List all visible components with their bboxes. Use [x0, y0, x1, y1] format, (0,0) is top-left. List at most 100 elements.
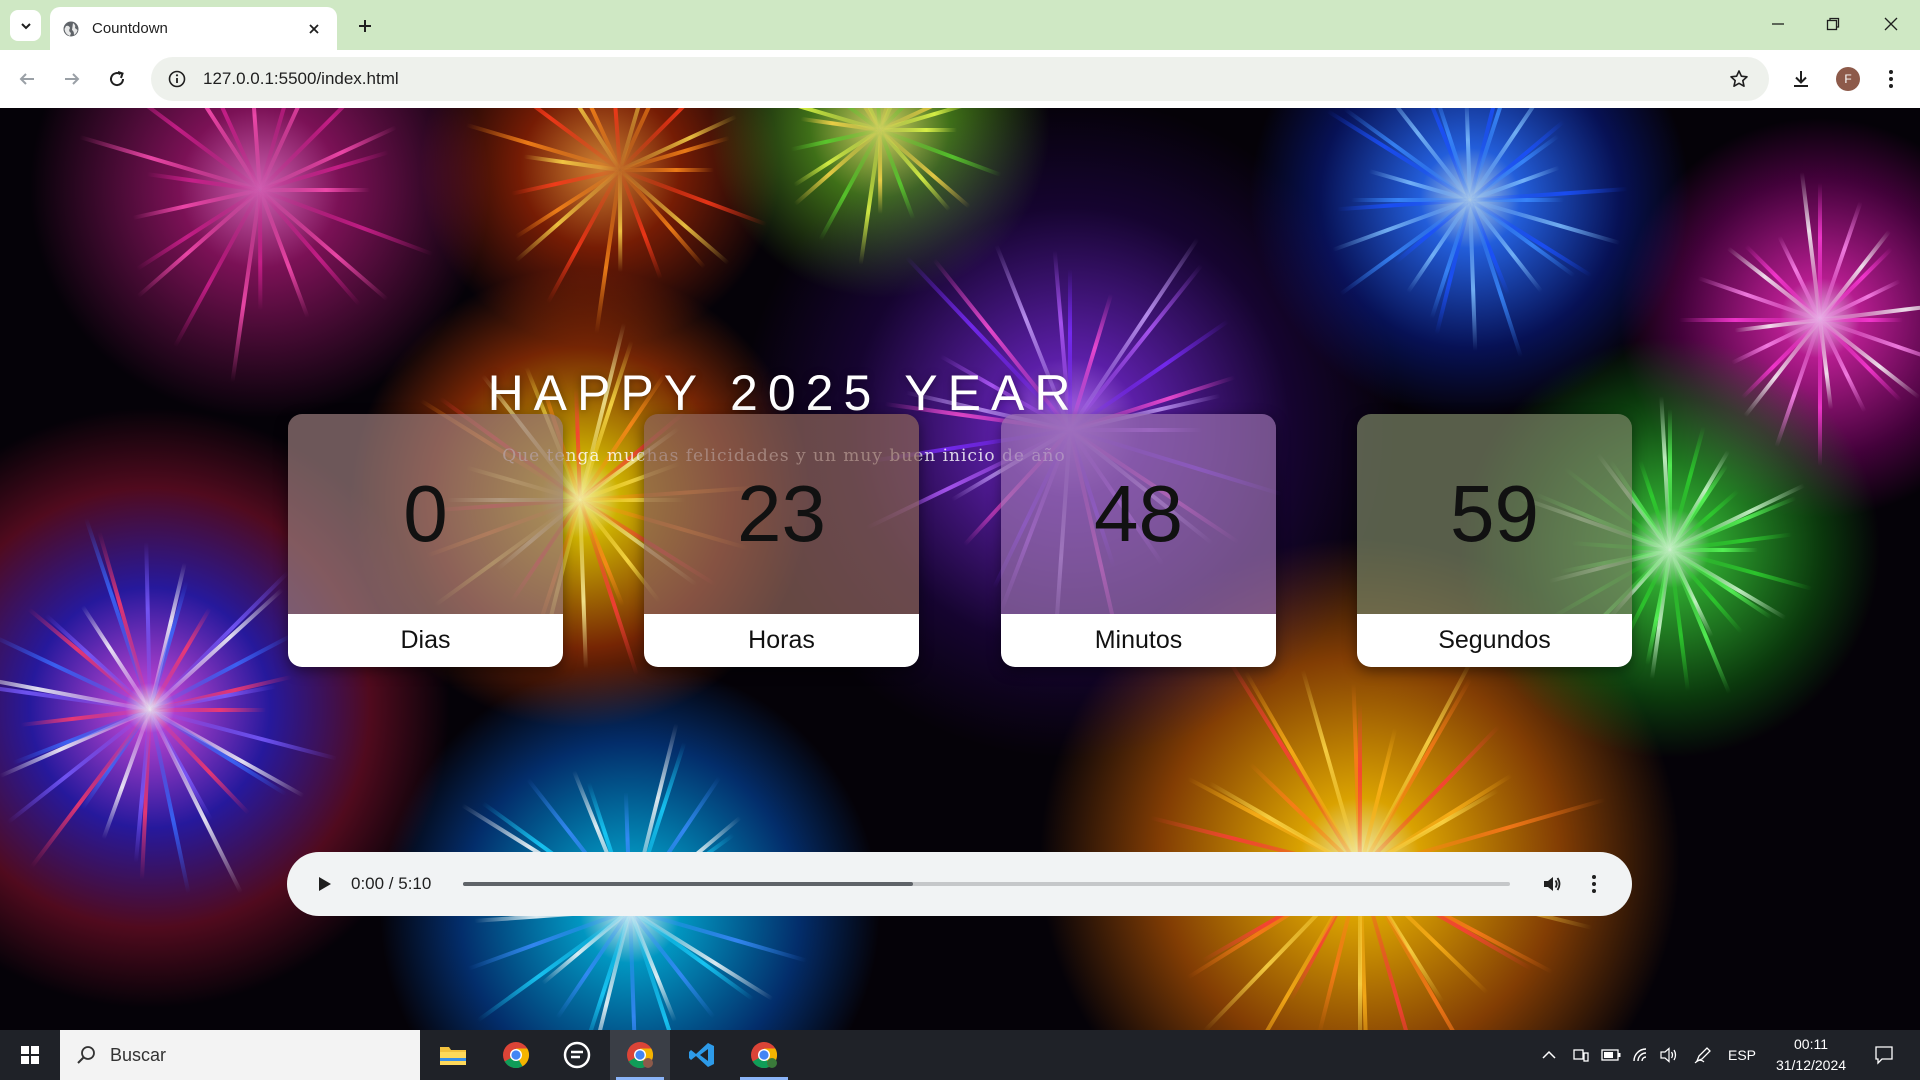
countdown-hours-label: Horas: [748, 626, 815, 654]
countdown-days-value: 0: [403, 469, 448, 558]
chevron-up-icon: [1542, 1050, 1556, 1059]
firework-ray: [79, 135, 261, 192]
clock-time: 00:11: [1794, 1036, 1828, 1052]
download-icon: [1794, 71, 1808, 87]
taskbar-clock[interactable]: 00:11 31/12/2024: [1766, 1034, 1856, 1076]
battery-icon: [1601, 1049, 1621, 1061]
chevron-down-icon: [20, 22, 31, 29]
countdown-value-box: 0: [288, 414, 563, 614]
taskbar-vscode[interactable]: [672, 1030, 732, 1080]
chrome-icon: [751, 1042, 778, 1069]
speaker-icon: [1660, 1047, 1677, 1063]
taskbar-chrome-profile[interactable]: [734, 1030, 794, 1080]
taskbar-chrome[interactable]: [486, 1030, 546, 1080]
countdown-seconds-value: 59: [1450, 469, 1539, 558]
taskbar-search[interactable]: Buscar: [60, 1030, 420, 1080]
globe-icon: [63, 21, 79, 36]
more-vertical-icon: [1889, 70, 1893, 88]
countdown-label-box: Dias: [288, 614, 563, 667]
firework-ray: [1679, 318, 1820, 322]
tray-pen-button[interactable]: [1690, 1030, 1716, 1080]
audio-options-button[interactable]: [1576, 866, 1612, 902]
bookmark-button[interactable]: [1719, 59, 1759, 99]
tab-title: Countdown: [92, 20, 168, 37]
close-icon: [309, 23, 319, 34]
firework-ray: [144, 541, 152, 711]
countdown-value-box: 48: [1001, 414, 1276, 614]
search-icon: [77, 1046, 95, 1064]
restore-button[interactable]: [1813, 8, 1853, 40]
firework-ray: [1358, 703, 1362, 870]
tray-wifi-button[interactable]: [1628, 1030, 1654, 1080]
url-text[interactable]: 127.0.0.1:5500/index.html: [203, 69, 1719, 89]
new-tab-button[interactable]: [351, 12, 379, 40]
countdown-label-box: Horas: [644, 614, 919, 667]
forward-button[interactable]: [55, 62, 89, 96]
countdown-label-box: Minutos: [1001, 614, 1276, 667]
minimize-icon: [1772, 23, 1784, 25]
minimize-button[interactable]: [1758, 8, 1798, 40]
clock-date: 31/12/2024: [1775, 1057, 1847, 1073]
windows-icon: [21, 1046, 39, 1064]
firework-ray: [1818, 320, 1822, 466]
language-indicator: ESP: [1727, 1047, 1756, 1063]
browser-menu-button[interactable]: [1874, 62, 1908, 96]
tray-overflow-button[interactable]: [1534, 1030, 1564, 1080]
site-info-button[interactable]: [157, 59, 197, 99]
firework-ray: [260, 188, 370, 192]
firework-ray: [466, 123, 621, 172]
chrome-icon: [627, 1042, 654, 1069]
countdown-value-box: 23: [644, 414, 919, 614]
volume-button[interactable]: [1534, 866, 1570, 902]
tray-language[interactable]: ESP: [1722, 1030, 1762, 1080]
plus-icon: [359, 20, 371, 32]
countdown-minutes-label: Minutos: [1094, 626, 1183, 654]
tab-search-button[interactable]: [10, 10, 41, 41]
firework-ray: [149, 708, 338, 761]
countdown-card-minutes: 48 Minutos: [1001, 414, 1276, 667]
tray-volume-button[interactable]: [1656, 1030, 1682, 1080]
play-button[interactable]: [307, 866, 343, 902]
back-button[interactable]: [10, 62, 44, 96]
countdown-card-seconds: 59 Segundos: [1357, 414, 1632, 667]
taskbar: Buscar ESP 00:11 31/12/2024: [0, 1030, 1920, 1080]
browser-toolbar: 127.0.0.1:5500/index.html F: [0, 50, 1920, 108]
address-bar[interactable]: 127.0.0.1:5500/index.html: [151, 57, 1769, 101]
taskbar-chrome-profile-active[interactable]: [610, 1030, 670, 1080]
reload-button[interactable]: [100, 62, 134, 96]
audio-progress-bar[interactable]: [463, 882, 1510, 886]
taskbar-file-explorer[interactable]: [423, 1030, 483, 1080]
wifi-icon: [1633, 1048, 1647, 1062]
browser-tab[interactable]: Countdown: [50, 7, 337, 50]
profile-avatar[interactable]: F: [1836, 67, 1860, 91]
tab-close-button[interactable]: [303, 18, 325, 40]
taskbar-app-chat[interactable]: [547, 1030, 607, 1080]
firework-ray: [1351, 198, 1470, 202]
firework-ray: [148, 709, 191, 894]
search-placeholder: Buscar: [110, 1044, 167, 1065]
volume-icon: [1544, 877, 1561, 891]
tray-battery-button[interactable]: [1598, 1030, 1624, 1080]
reload-icon: [110, 71, 125, 87]
arrow-right-icon: [65, 73, 80, 85]
start-button[interactable]: [0, 1030, 60, 1080]
browser-tab-bar: Countdown: [0, 0, 1920, 50]
countdown-seconds-label: Segundos: [1438, 626, 1551, 654]
firework-ray: [1469, 198, 1621, 246]
chrome-icon: [503, 1042, 530, 1069]
countdown-label-box: Segundos: [1357, 614, 1632, 667]
notification-icon: [1875, 1046, 1893, 1065]
close-window-button[interactable]: [1871, 8, 1911, 40]
countdown-hours-value: 23: [737, 469, 826, 558]
firework-ray: [1668, 409, 1672, 550]
notifications-button[interactable]: [1864, 1030, 1904, 1080]
countdown-card-days: 0 Dias: [288, 414, 563, 667]
firework-ray: [620, 168, 714, 172]
countdown-minutes-value: 48: [1094, 469, 1183, 558]
tray-device-button[interactable]: [1568, 1030, 1594, 1080]
audio-player: 0:00 / 5:10: [287, 852, 1632, 916]
close-icon: [1884, 17, 1898, 31]
firework-ray: [1743, 318, 1822, 417]
play-icon: [319, 877, 331, 891]
downloads-button[interactable]: [1784, 62, 1818, 96]
